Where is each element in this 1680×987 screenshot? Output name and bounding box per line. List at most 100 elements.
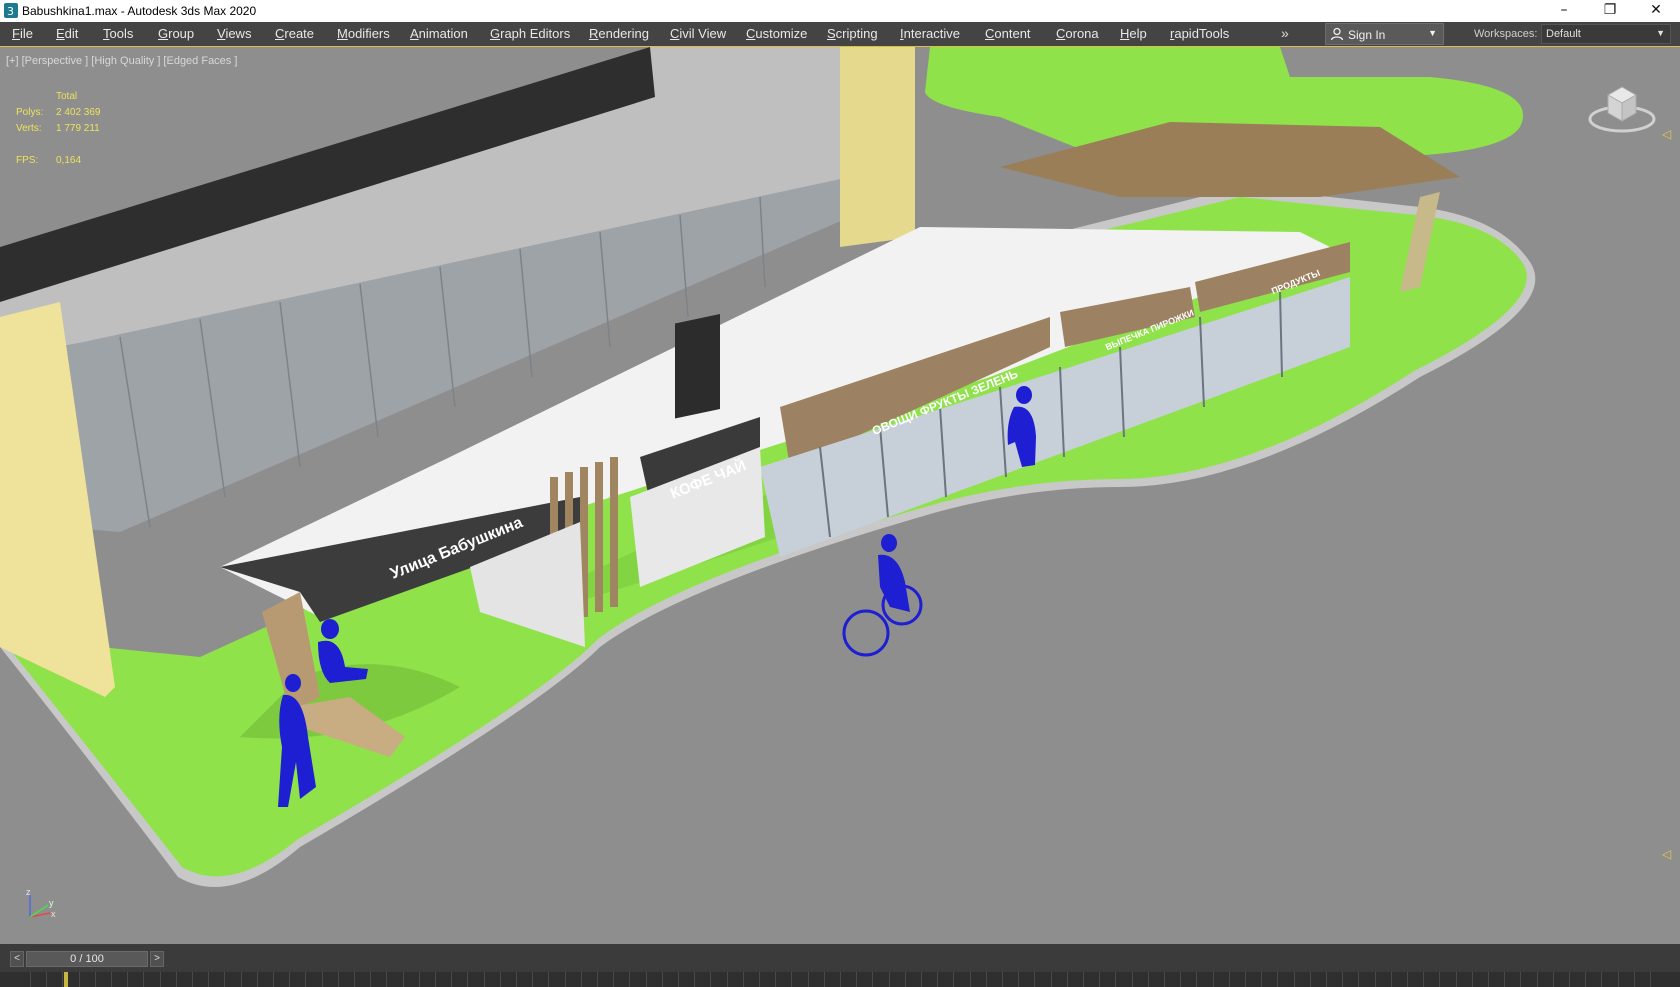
- timeline-tick: [1601, 972, 1603, 987]
- timeline-tick: [143, 972, 145, 987]
- timeline-tick: [710, 972, 712, 987]
- timeline-tick: [856, 972, 858, 987]
- fps-label: FPS:: [16, 155, 39, 166]
- timeline-tick: [402, 972, 404, 987]
- viewcube-icon[interactable]: [1586, 77, 1658, 137]
- timeline-tick: [1002, 972, 1003, 987]
- menu-interactive[interactable]: Interactive: [900, 26, 960, 41]
- workspaces-label: Workspaces:: [1474, 28, 1538, 40]
- window-title: Babushkina1.max - Autodesk 3ds Max 2020: [22, 4, 257, 18]
- timeline-tick: [1617, 972, 1619, 987]
- svg-text:3: 3: [7, 5, 14, 18]
- timeline-tick: [726, 972, 728, 987]
- timeline-tick: [1131, 972, 1133, 987]
- minimize-icon: –: [1560, 2, 1568, 18]
- menu-corona[interactable]: Corona: [1056, 26, 1099, 41]
- timeline-tick: [516, 972, 517, 987]
- timeline-tick: [1196, 972, 1198, 987]
- menu-modifiers[interactable]: Modifiers: [337, 26, 390, 41]
- timeline-tick: [1358, 972, 1360, 987]
- timeline-tick: [386, 972, 388, 987]
- chevron-down-icon: ▼: [1428, 28, 1437, 38]
- timeline-tick: [127, 972, 129, 987]
- menu-customize[interactable]: Customize: [746, 26, 807, 41]
- timeline-tick: [532, 972, 534, 987]
- double-chevron-right-icon[interactable]: »: [1281, 25, 1289, 41]
- timeline-tick: [872, 972, 874, 987]
- menu-create[interactable]: Create: [275, 26, 314, 41]
- timeline-tick: [78, 972, 80, 987]
- app-icon: 3: [4, 3, 18, 18]
- timeline-tick: [775, 972, 777, 987]
- close-icon: ✕: [1650, 2, 1662, 18]
- timeline-tick: [678, 972, 679, 987]
- timeline-tick: [1423, 972, 1425, 987]
- timeline-tick: [418, 972, 420, 987]
- menu-file[interactable]: File: [12, 26, 33, 41]
- menu-rapidtools[interactable]: rapidTools: [1170, 26, 1229, 41]
- menu-group[interactable]: Group: [158, 26, 194, 41]
- timeline-tick: [629, 972, 631, 987]
- timeline-tick: [224, 972, 226, 987]
- timeline-tick: [742, 972, 744, 987]
- timeline-tick: [597, 972, 598, 987]
- timeline-tick: [273, 972, 274, 987]
- timeline-tick: [1504, 972, 1506, 987]
- axis-z-label: z: [26, 887, 31, 897]
- menu-edit[interactable]: Edit: [56, 26, 78, 41]
- menu-rendering[interactable]: Rendering: [589, 26, 649, 41]
- timeline-tick: [1066, 972, 1068, 987]
- workspace-value: Default: [1546, 28, 1581, 40]
- timeline-tick: [1520, 972, 1522, 987]
- restore-button[interactable]: ❐: [1587, 0, 1633, 22]
- timeline-tick: [1536, 972, 1538, 987]
- menu-content[interactable]: Content: [985, 26, 1031, 41]
- timeline-track[interactable]: [0, 972, 1680, 987]
- menu-views[interactable]: Views: [217, 26, 251, 41]
- timeline-tick: [30, 972, 31, 987]
- menu-help[interactable]: Help: [1120, 26, 1147, 41]
- timeline-tick: [451, 972, 453, 987]
- timeline-tick: [985, 972, 987, 987]
- menu-animation[interactable]: Animation: [410, 26, 468, 41]
- sign-in-button[interactable]: Sign In ▼: [1325, 23, 1444, 45]
- workspaces-select[interactable]: Default ▼: [1541, 24, 1671, 44]
- timeline-tick: [645, 972, 647, 987]
- menu-tools[interactable]: Tools: [103, 26, 133, 41]
- axis-y-label: y: [49, 898, 54, 908]
- timeline-prev-button[interactable]: <: [10, 951, 24, 967]
- timeline-tick: [580, 972, 582, 987]
- timeline-tick: [94, 972, 96, 987]
- time-marker: [64, 972, 68, 987]
- timeline-tick: [1050, 972, 1052, 987]
- title-bar: 3 Babushkina1.max - Autodesk 3ds Max 202…: [0, 0, 1680, 22]
- timeline-tick: [1261, 972, 1263, 987]
- time-slider[interactable]: 0 / 100: [26, 951, 148, 967]
- timeline-tick: [921, 972, 922, 987]
- polys-value: 2 402 369: [56, 107, 101, 118]
- viewport-edge-marker-icon: ◁: [1662, 127, 1672, 141]
- timeline-tick: [759, 972, 760, 987]
- timeline-tick: [289, 972, 291, 987]
- perspective-viewport[interactable]: Улица Бабушкина КОФЕ ЧАЙ ОВОЩИ ФРУКТЫ ЗЕ…: [0, 46, 1680, 945]
- minimize-button[interactable]: –: [1541, 0, 1587, 22]
- timeline-tick: [1569, 972, 1570, 987]
- timeline-tick: [1228, 972, 1230, 987]
- timeline-next-button[interactable]: >: [150, 951, 164, 967]
- user-icon: [1330, 27, 1344, 41]
- sign-in-label: Sign In: [1348, 28, 1386, 42]
- timeline-tick: [321, 972, 323, 987]
- timeline-tick: [1633, 972, 1635, 987]
- timeline-tick: [1180, 972, 1182, 987]
- menu-scripting[interactable]: Scripting: [827, 26, 878, 41]
- menu-civil-view[interactable]: Civil View: [670, 26, 726, 41]
- viewport-label[interactable]: [+] [Perspective ] [High Quality ] [Edge…: [6, 55, 237, 67]
- menu-graph-editors[interactable]: Graph Editors: [490, 26, 570, 41]
- verts-label: Verts:: [16, 123, 42, 134]
- fps-value: 0,164: [56, 155, 82, 166]
- timeline-tick: [1439, 972, 1441, 987]
- close-button[interactable]: ✕: [1633, 0, 1679, 22]
- scene-render: [0, 47, 1680, 945]
- timeline-tick: [256, 972, 258, 987]
- timeline-tick: [1083, 972, 1084, 987]
